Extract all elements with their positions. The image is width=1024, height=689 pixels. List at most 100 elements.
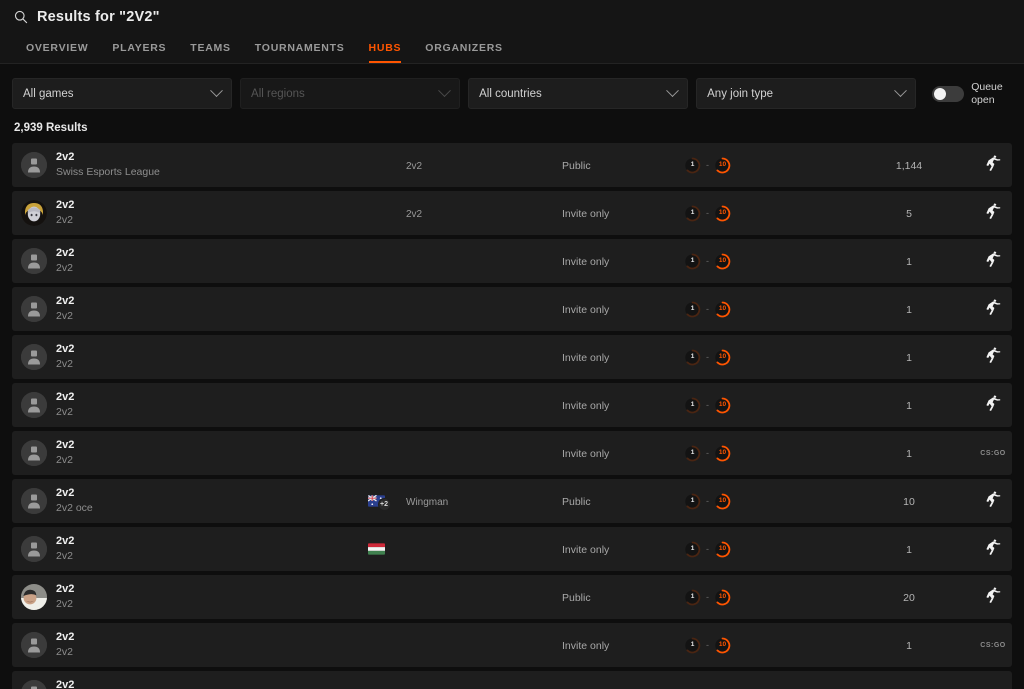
hub-join-type: Invite only (562, 640, 609, 652)
skill-level-max-value: 10 (714, 253, 731, 270)
skill-level-max-value: 10 (714, 397, 731, 414)
tab-teams[interactable]: TEAMS (178, 43, 243, 63)
hub-skill-cell: 1-10 (674, 205, 844, 222)
join-type-filter-select[interactable]: Any join type (696, 78, 916, 109)
hub-game-mode: Wingman (406, 497, 448, 508)
skill-range-dash: - (706, 352, 709, 362)
skill-level-min-value: 1 (684, 493, 701, 510)
hub-organizer: 2v2 oce (56, 501, 346, 515)
hub-skill-cell: 1-10 (674, 541, 844, 558)
skill-range-dash: - (706, 160, 709, 170)
cs2-game-icon (985, 298, 1001, 321)
skill-level-max-icon: 10 (714, 397, 731, 414)
hub-join-cell: Invite only (562, 252, 674, 270)
hub-join-cell: Invite only (562, 540, 674, 558)
cs2-game-icon (985, 538, 1001, 561)
hub-result-row[interactable]: 2v22v2Invite only1-101CS:GO (12, 623, 1012, 667)
hub-organizer: 2v2 (56, 405, 346, 419)
hub-avatar-cell (12, 152, 56, 178)
hub-players-cell: 1 (844, 540, 974, 558)
skill-level-min-icon: 1 (684, 205, 701, 222)
page-header: Results for "2V2" OVERVIEW PLAYERS TEAMS… (0, 0, 1024, 64)
hub-join-cell: Invite only (562, 204, 674, 222)
hub-result-row[interactable]: 2v22v2 (12, 671, 1012, 689)
hub-avatar-cell (12, 536, 56, 562)
queue-open-toggle[interactable] (932, 86, 964, 102)
hub-player-count: 1 (906, 256, 912, 268)
skill-level-min-value: 1 (684, 157, 701, 174)
hub-skill-cell: 1-10 (674, 157, 844, 174)
hub-name-cell: 2v22v2 (56, 343, 346, 371)
hub-join-type: Public (562, 160, 591, 172)
countries-filter-value: All countries (479, 88, 668, 100)
hub-game-cell (974, 346, 1012, 369)
hub-name-cell: 2v22v2 (56, 199, 346, 227)
hub-avatar-cell (12, 344, 56, 370)
hub-result-row[interactable]: 2v22v22v2Invite only1-105 (12, 191, 1012, 235)
cs2-game-icon (985, 154, 1001, 177)
hub-name: 2v2 (56, 247, 346, 261)
results-count: 2,939 Results (0, 109, 1024, 143)
skill-level-min-value: 1 (684, 253, 701, 270)
avatar (21, 584, 47, 610)
tab-organizers[interactable]: ORGANIZERS (413, 43, 515, 63)
hub-organizer: Swiss Esports League (56, 165, 346, 179)
tab-players[interactable]: PLAYERS (100, 43, 178, 63)
hub-join-type: Invite only (562, 256, 609, 268)
games-filter-select[interactable]: All games (12, 78, 232, 109)
hub-name: 2v2 (56, 343, 346, 357)
skill-level-min-icon: 1 (684, 349, 701, 366)
hub-players-cell: 1,144 (844, 156, 974, 174)
hub-result-row[interactable]: 2v22v2Invite only1-101 (12, 383, 1012, 427)
avatar (21, 248, 47, 274)
regions-filter-select[interactable]: All regions (240, 78, 460, 109)
hub-result-row[interactable]: 2v22v2Invite only1-101 (12, 527, 1012, 571)
cs2-game-icon (985, 250, 1001, 273)
cs2-game-icon (985, 346, 1001, 369)
hub-join-cell: Public (562, 492, 674, 510)
tab-tournaments[interactable]: TOURNAMENTS (243, 43, 357, 63)
hub-player-count: 1 (906, 352, 912, 364)
hub-player-count: 20 (903, 592, 915, 604)
tab-overview[interactable]: OVERVIEW (14, 43, 100, 63)
hub-result-row[interactable]: 2v22v2Invite only1-101CS:GO (12, 431, 1012, 475)
skill-level-max-value: 10 (714, 157, 731, 174)
hub-skill-cell: 1-10 (674, 397, 844, 414)
hub-name-cell: 2v22v2 (56, 295, 346, 323)
skill-range-dash: - (706, 208, 709, 218)
skill-range-dash: - (706, 304, 709, 314)
hub-avatar-cell (12, 488, 56, 514)
hub-organizer: 2v2 (56, 597, 346, 611)
hub-result-row[interactable]: 2v22v2 oce+2WingmanPublic1-1010 (12, 479, 1012, 523)
hub-result-row[interactable]: 2v22v2Public1-1020 (12, 575, 1012, 619)
hub-mode-cell: 2v2 (406, 156, 562, 174)
skill-level-min-value: 1 (684, 589, 701, 606)
hub-join-type: Invite only (562, 208, 609, 220)
hub-organizer: 2v2 (56, 309, 346, 323)
countries-filter-select[interactable]: All countries (468, 78, 688, 109)
skill-level-max-icon: 10 (714, 589, 731, 606)
skill-level-max-value: 10 (714, 445, 731, 462)
hub-result-row[interactable]: 2v2Swiss Esports League2v2Public1-101,14… (12, 143, 1012, 187)
hub-name-cell: 2v22v2 (56, 247, 346, 275)
hub-game-cell (974, 394, 1012, 417)
extra-countries-badge: +2 (378, 498, 391, 511)
hub-result-row[interactable]: 2v22v2Invite only1-101 (12, 287, 1012, 331)
skill-range-dash: - (706, 448, 709, 458)
avatar (21, 152, 47, 178)
skill-range-dash: - (706, 544, 709, 554)
hub-player-count: 1,144 (896, 160, 922, 172)
hub-avatar-cell (12, 296, 56, 322)
hub-result-row[interactable]: 2v22v2Invite only1-101 (12, 335, 1012, 379)
hub-result-row[interactable]: 2v22v2Invite only1-101 (12, 239, 1012, 283)
avatar (21, 488, 47, 514)
hub-name: 2v2 (56, 151, 346, 165)
hub-players-cell: 10 (844, 492, 974, 510)
hub-players-cell: 1 (844, 252, 974, 270)
hub-players-cell: 5 (844, 204, 974, 222)
hub-avatar-cell (12, 680, 56, 689)
skill-level-min-value: 1 (684, 445, 701, 462)
skill-level-max-value: 10 (714, 493, 731, 510)
tab-hubs[interactable]: HUBS (357, 43, 414, 63)
hub-player-count: 1 (906, 544, 912, 556)
